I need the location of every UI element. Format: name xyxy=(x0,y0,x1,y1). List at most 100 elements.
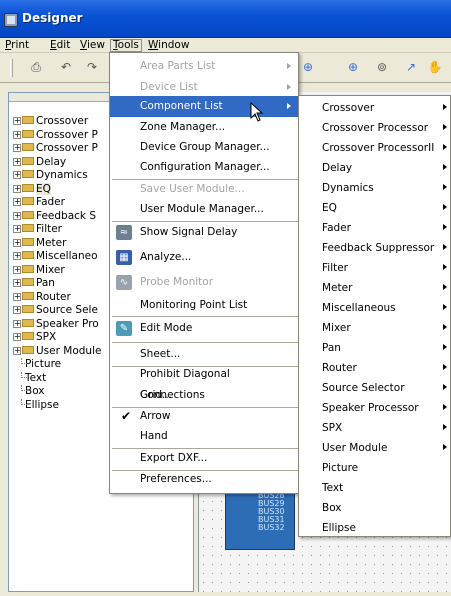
tree-folder[interactable]: + Crossover P xyxy=(13,129,101,143)
redo-icon[interactable]: ↷ xyxy=(84,60,100,74)
tree-folder[interactable]: + SPX xyxy=(13,331,101,345)
tree-folder[interactable]: + Speaker Pro xyxy=(13,318,101,332)
tree-folder[interactable]: + Miscellaneo xyxy=(13,250,101,264)
submenu-item-eq[interactable]: EQ xyxy=(299,198,450,218)
expand-icon[interactable]: + xyxy=(13,252,21,260)
expand-icon[interactable]: + xyxy=(13,265,21,274)
submenu-item-pan[interactable]: Pan xyxy=(299,338,450,358)
expand-icon[interactable]: + xyxy=(13,238,21,247)
submenu-item-router[interactable]: Router xyxy=(299,358,450,378)
title-bar[interactable]: Designer xyxy=(0,0,451,38)
menu-item-zone-manager[interactable]: Zone Manager... xyxy=(110,117,298,138)
expand-icon[interactable]: + xyxy=(13,157,21,166)
print-icon[interactable]: ⎙ xyxy=(28,60,44,74)
submenu-item-crossover[interactable]: Crossover xyxy=(299,98,450,118)
submenu-item-fader[interactable]: Fader xyxy=(299,218,450,238)
menu-item-device-list[interactable]: Device List xyxy=(110,77,298,98)
menu-item-component-list[interactable]: Component List xyxy=(110,96,298,117)
tree-folder[interactable]: + Mixer xyxy=(13,264,101,278)
menu-item-prohibit-diagonal-connections[interactable]: Prohibit Diagonal Connections xyxy=(110,364,298,401)
toolbar-grip[interactable] xyxy=(10,59,13,77)
expand-icon[interactable]: + xyxy=(13,346,21,355)
submenu-item-crossover-processor-ii[interactable]: Crossover ProcessorII xyxy=(299,138,450,158)
submenu-item-miscellaneous[interactable]: Miscellaneous xyxy=(299,298,450,318)
tree-folder[interactable]: + Crossover xyxy=(13,115,101,129)
menu-edit[interactable]: Edit xyxy=(48,39,72,52)
tree-folder[interactable]: + Crossover P xyxy=(13,142,101,156)
wire-icon[interactable]: ⊚ xyxy=(374,60,390,74)
submenu-item-crossover-processor[interactable]: Crossover Processor xyxy=(299,118,450,138)
submenu-item-dynamics[interactable]: Dynamics xyxy=(299,178,450,198)
expand-icon[interactable]: + xyxy=(13,130,21,139)
submenu-item-box[interactable]: Box xyxy=(299,498,450,518)
tree-folder[interactable]: + Meter xyxy=(13,237,101,251)
arrow-tool-icon[interactable]: ↗ xyxy=(403,60,419,74)
menu-item-monitoring-point-list[interactable]: Monitoring Point List xyxy=(110,295,298,316)
tree-folder[interactable]: + Filter xyxy=(13,223,101,237)
menu-item-sheet[interactable]: Sheet... xyxy=(110,344,298,365)
menu-item-device-group-manager[interactable]: Device Group Manager... xyxy=(110,137,298,158)
tree-leaf[interactable]: Box xyxy=(13,385,101,399)
expand-icon[interactable]: + xyxy=(13,333,21,341)
menu-item-user-module-manager[interactable]: User Module Manager... xyxy=(110,199,298,220)
submenu-arrow-icon xyxy=(443,224,447,230)
expand-icon[interactable]: + xyxy=(13,171,21,179)
tree-folder[interactable]: + Dynamics xyxy=(13,169,101,183)
submenu-item-feedback-suppressor[interactable]: Feedback Suppressor xyxy=(299,238,450,258)
submenu-item-text[interactable]: Text xyxy=(299,478,450,498)
menu-tools[interactable]: Tools xyxy=(110,39,142,52)
submenu-item-mixer[interactable]: Mixer xyxy=(299,318,450,338)
expand-icon[interactable]: + xyxy=(13,225,21,233)
menu-item-preferences[interactable]: Preferences... xyxy=(110,469,298,490)
tree-folder[interactable]: + Pan xyxy=(13,277,101,291)
expand-icon[interactable]: + xyxy=(13,306,21,314)
submenu-item-source-selector[interactable]: Source Selector xyxy=(299,378,450,398)
expand-icon[interactable]: + xyxy=(13,184,21,193)
expand-icon[interactable]: + xyxy=(13,319,21,328)
link-icon[interactable]: ⊕ xyxy=(345,60,361,74)
submenu-item-filter[interactable]: Filter xyxy=(299,258,450,278)
menu-print[interactable]: Print xyxy=(3,39,31,52)
submenu-item-user-module[interactable]: User Module xyxy=(299,438,450,458)
tree-folder[interactable]: + Fader xyxy=(13,196,101,210)
hand-tool-icon[interactable]: ✋ xyxy=(427,60,443,74)
menu-item-save-user-module[interactable]: Save User Module... xyxy=(110,179,298,200)
submenu-item-ellipse[interactable]: Ellipse xyxy=(299,518,450,538)
submenu-arrow-icon xyxy=(443,204,447,210)
expand-icon[interactable]: + xyxy=(13,144,21,152)
menu-window[interactable]: Window xyxy=(146,39,191,52)
menu-item-hand[interactable]: Hand xyxy=(110,426,298,447)
tree-folder[interactable]: + Router xyxy=(13,291,101,305)
tree-folder[interactable]: + Feedback S xyxy=(13,210,101,224)
menu-item-show-signal-delay[interactable]: ≈ Show Signal Delay xyxy=(110,222,298,243)
menu-item-arrow[interactable]: ✔ Arrow xyxy=(110,406,298,427)
menu-view[interactable]: View xyxy=(78,39,107,52)
tree-folder[interactable]: + Delay xyxy=(13,156,101,170)
expand-icon[interactable]: + xyxy=(13,211,21,220)
menu-item-area-parts-list[interactable]: Area Parts List xyxy=(110,56,298,77)
menu-item-probe-monitor[interactable]: ∿ Probe Monitor xyxy=(110,272,298,293)
menu-item-export-dxf[interactable]: Export DXF... xyxy=(110,448,298,469)
submenu-item-spx[interactable]: SPX xyxy=(299,418,450,438)
connect-icon[interactable]: ⊕ xyxy=(300,60,316,74)
submenu-item-meter[interactable]: Meter xyxy=(299,278,450,298)
expand-icon[interactable]: + xyxy=(13,198,21,206)
tree-folder[interactable]: + EQ xyxy=(13,182,101,197)
tree-leaf[interactable]: Picture xyxy=(13,358,101,372)
undo-icon[interactable]: ↶ xyxy=(58,60,74,74)
tree-leaf[interactable]: Text xyxy=(13,371,101,386)
expand-icon[interactable]: + xyxy=(13,117,21,125)
tree-connector xyxy=(21,398,27,405)
tree-folder[interactable]: + Source Sele xyxy=(13,304,101,318)
expand-icon[interactable]: + xyxy=(13,292,21,301)
submenu-item-speaker-processor[interactable]: Speaker Processor xyxy=(299,398,450,418)
tree-folder[interactable]: + User Module xyxy=(13,345,101,359)
tree-leaf[interactable]: Ellipse xyxy=(13,398,101,413)
menu-item-grid[interactable]: Grid... xyxy=(110,385,298,406)
menu-item-analyze[interactable]: ▦ Analyze... xyxy=(110,247,298,268)
menu-item-configuration-manager[interactable]: Configuration Manager... xyxy=(110,157,298,178)
expand-icon[interactable]: + xyxy=(13,279,21,287)
submenu-item-delay[interactable]: Delay xyxy=(299,158,450,178)
submenu-item-picture[interactable]: Picture xyxy=(299,458,450,478)
menu-item-edit-mode[interactable]: ✎ Edit Mode xyxy=(110,318,298,339)
